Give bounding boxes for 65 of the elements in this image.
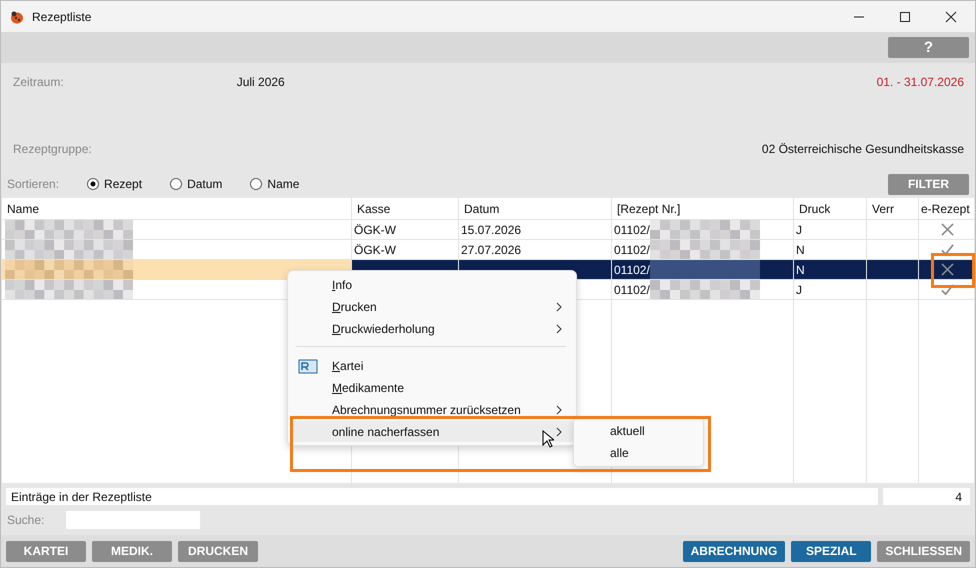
menu-item[interactable]: Kartei: [290, 358, 574, 374]
chevron-right-icon: [556, 426, 562, 436]
action-button[interactable]: SPEZIAL: [791, 540, 872, 562]
radio-button[interactable]: [170, 178, 182, 190]
menu-label: online nacherfassen: [332, 424, 440, 438]
radio-label[interactable]: Name: [267, 177, 300, 191]
menu-item[interactable]: Medikamente: [290, 380, 574, 396]
check-icon: [940, 283, 954, 296]
menu-item[interactable]: Druckwiederholung: [290, 320, 574, 338]
radio-label[interactable]: Datum: [187, 177, 222, 191]
menu-label: Abrechnungsnummer zurücksetzen: [332, 403, 521, 417]
table-cell: 01102/: [614, 242, 650, 256]
search-label: Suche:: [7, 513, 44, 527]
menu-item[interactable]: Drucken: [290, 298, 574, 316]
chevron-right-icon: [556, 405, 562, 415]
card-icon: [298, 358, 318, 374]
menu-label: Medikamente: [332, 381, 404, 395]
table-cell: J: [796, 222, 802, 236]
highlight-frame: [931, 253, 975, 288]
summary-label: Einträge in der Rezeptliste: [6, 488, 878, 505]
column-header[interactable]: Verr: [867, 198, 919, 220]
maximize-icon[interactable]: [899, 10, 911, 22]
column-header[interactable]: Druck: [794, 198, 867, 220]
table-cell: ÖGK-W: [354, 222, 396, 236]
menu-label: Druckwiederholung: [332, 322, 435, 336]
menu-item[interactable]: Abrechnungsnummer zurücksetzen: [290, 402, 574, 418]
column-header[interactable]: e-Rezept: [919, 198, 975, 220]
group-label: Rezeptgruppe:: [13, 142, 92, 156]
menu-item[interactable]: aktuell: [574, 420, 703, 442]
table-cell: 15.07.2026: [461, 222, 522, 236]
close-icon[interactable]: [945, 10, 957, 22]
radio-button[interactable]: [87, 178, 100, 190]
cross-icon: [940, 263, 954, 276]
cross-icon: [940, 223, 954, 236]
radio-label[interactable]: Rezept: [104, 177, 142, 191]
period-range: 01. - 31.07.2026: [876, 75, 964, 89]
table-cell: ÖGK-W: [354, 242, 396, 256]
period-label: Zeitraum:: [13, 75, 64, 89]
action-button[interactable]: ABRECHNUNG: [682, 540, 786, 562]
table-cell: N: [796, 242, 805, 256]
window-title: Rezeptliste: [32, 10, 92, 24]
group-value: 02 Österreichische Gesundheitskasse: [762, 142, 964, 156]
menu-item[interactable]: online nacherfassen: [290, 421, 574, 442]
menu-label: Info: [332, 278, 352, 292]
check-icon: [940, 243, 954, 256]
sort-label: Sortieren:: [7, 177, 60, 191]
column-header[interactable]: Kasse: [352, 198, 459, 220]
menu-item[interactable]: alle: [574, 442, 703, 464]
table-cell: 27.07.2026: [461, 242, 522, 256]
chevron-right-icon: [556, 302, 562, 312]
chevron-right-icon: [556, 324, 562, 334]
table-cell: J: [796, 282, 802, 296]
ladybug-icon: [9, 8, 25, 24]
table-cell: 01102/: [614, 262, 650, 276]
radio-button[interactable]: [250, 178, 262, 190]
period-value: Juli 2026: [236, 75, 285, 89]
table-cell: 01102/: [614, 222, 650, 236]
summary-count: 4: [883, 488, 970, 505]
search-field[interactable]: [66, 511, 200, 529]
table-row[interactable]: ÖGK-W 15.07.2026 01102/ J: [2, 220, 974, 240]
menu-label: Kartei: [332, 359, 364, 373]
table-cell: 01102/: [614, 282, 650, 296]
column-header[interactable]: Datum: [459, 198, 612, 220]
table-cell: N: [796, 262, 805, 276]
menu-label: Drucken: [332, 300, 377, 314]
